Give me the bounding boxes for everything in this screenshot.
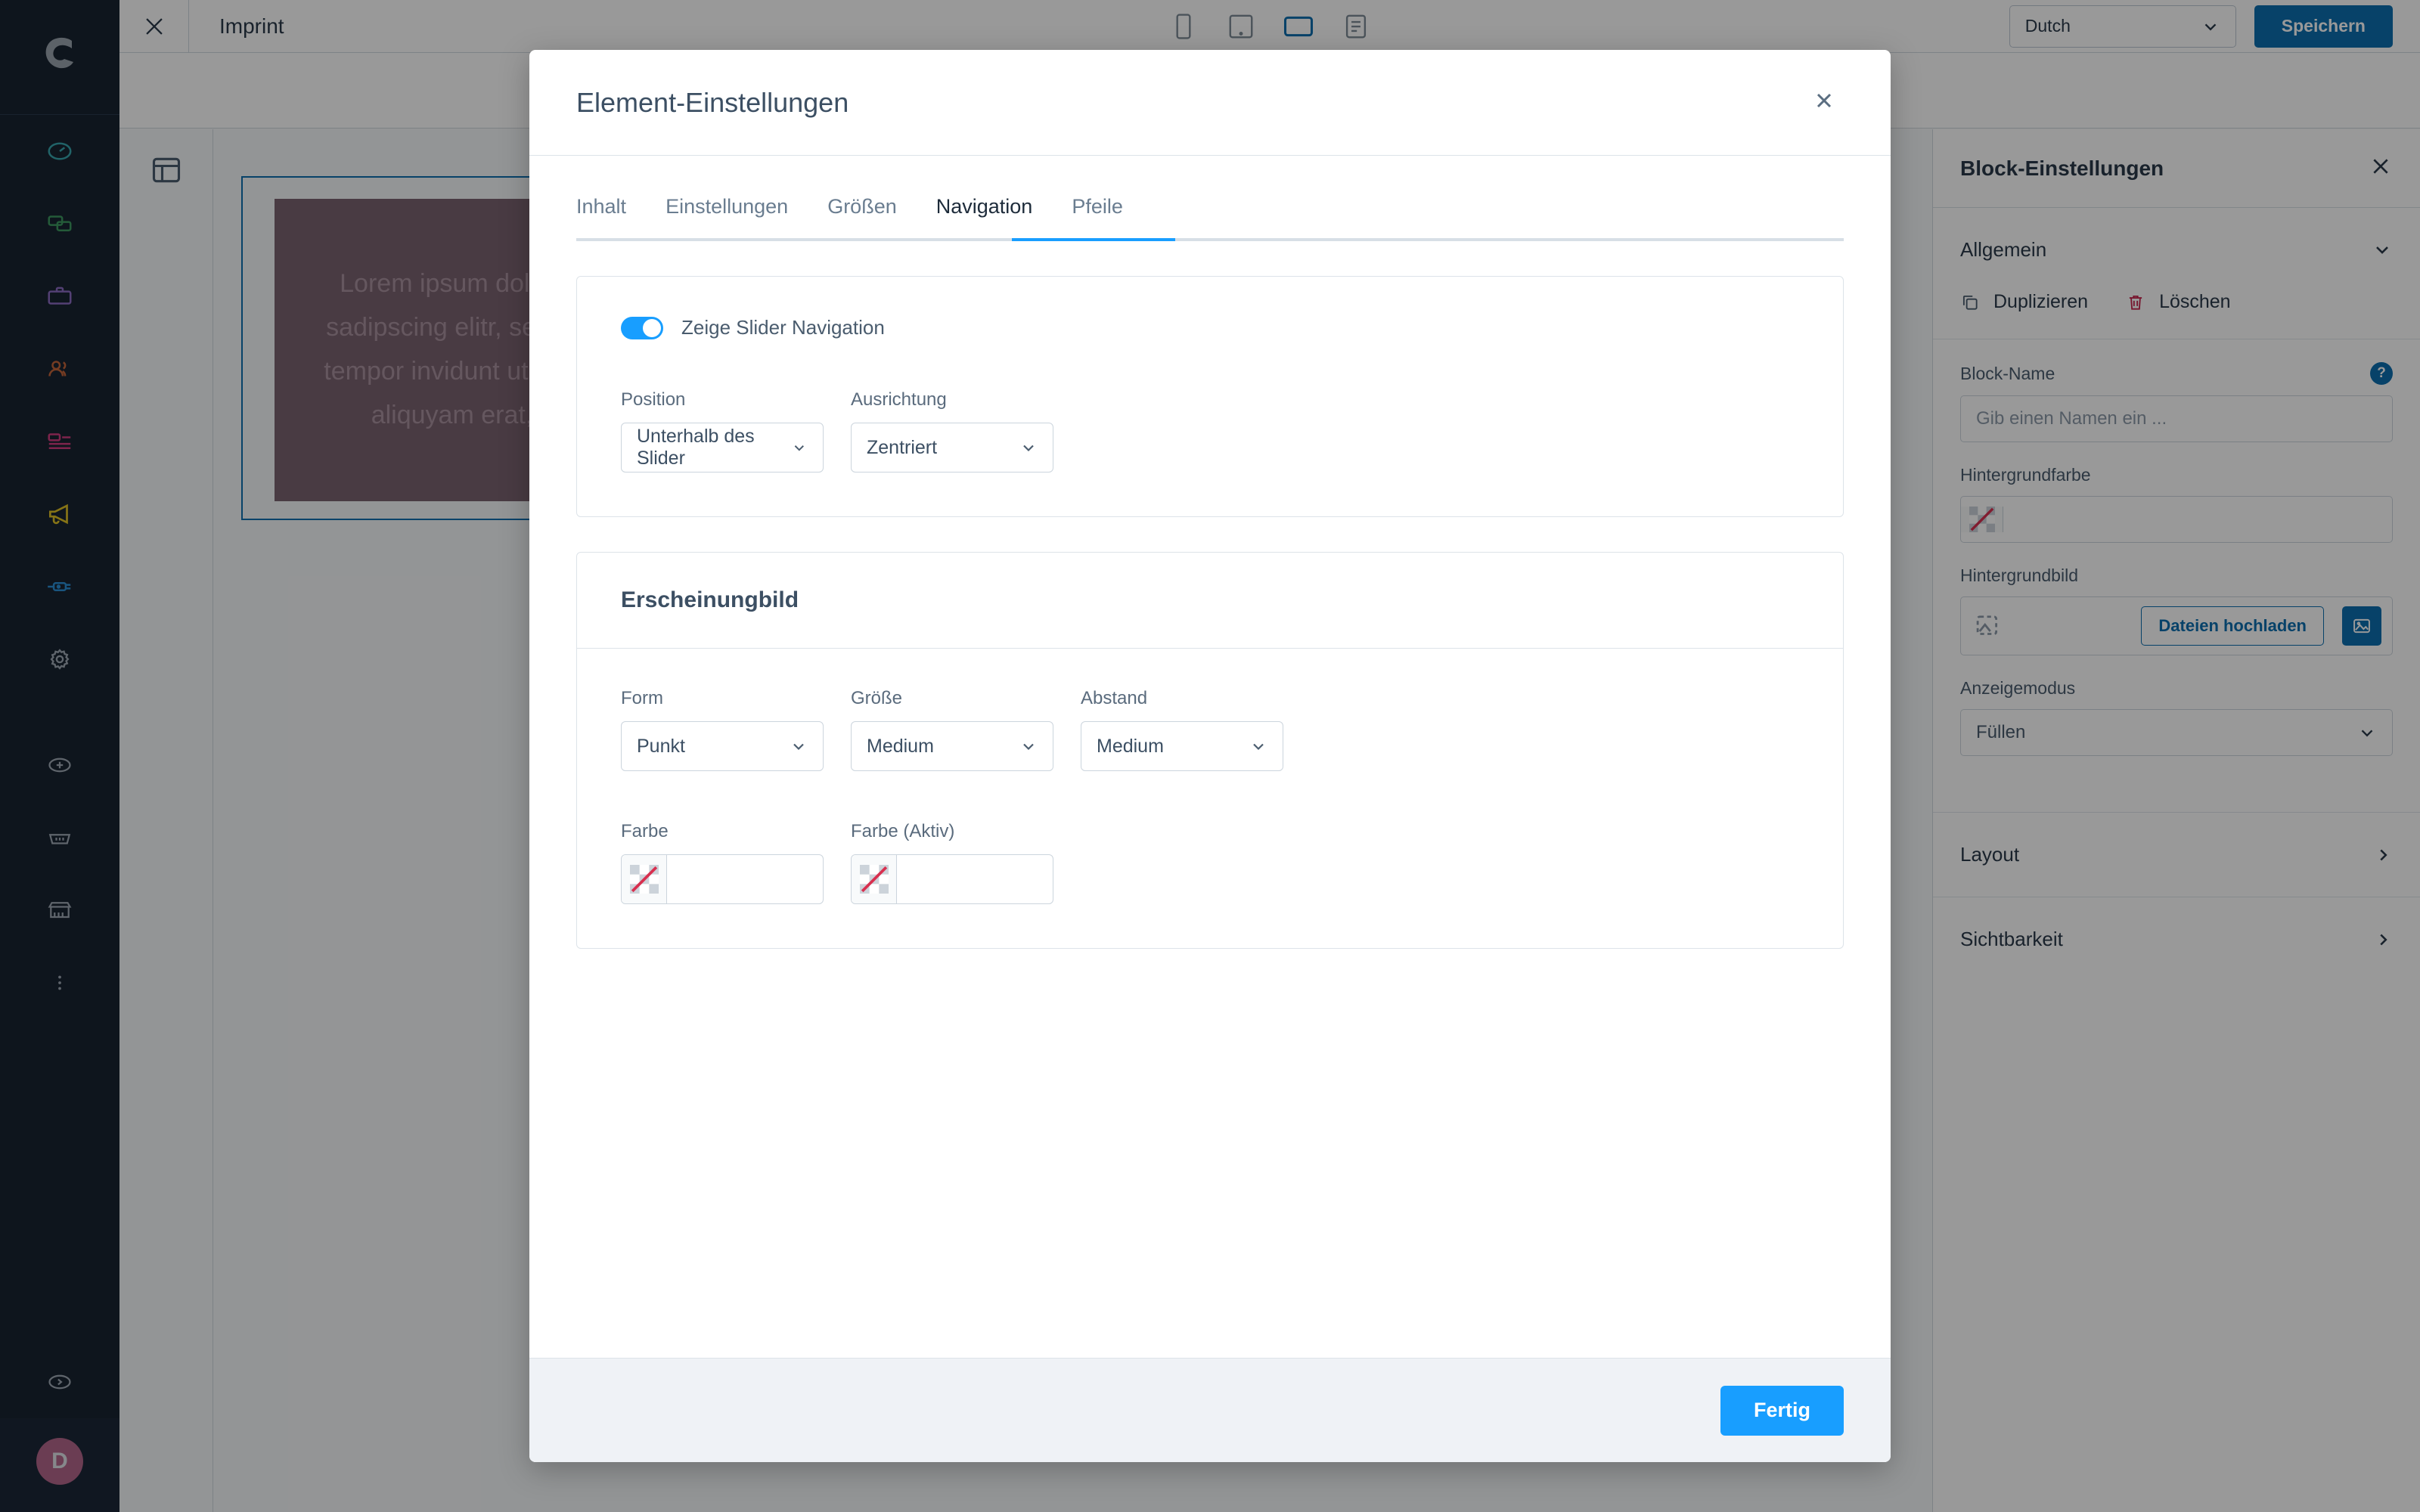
farbe-aktiv-value[interactable] [897,855,1053,903]
show-slider-navigation-label: Zeige Slider Navigation [681,316,885,339]
navigation-fields: Position Unterhalb des Slider Ausrichtun… [621,389,1799,472]
farbe-aktiv-color-picker[interactable] [851,854,1053,904]
abstand-value: Medium [1097,735,1164,757]
tab-groessen[interactable]: Größen [808,195,917,238]
farbe-field: Farbe [621,821,824,904]
chevron-down-icon [795,445,805,451]
transparent-swatch-icon [622,855,667,903]
transparent-swatch-icon [852,855,897,903]
appearance-row-1: Form Punkt Größe Medium Abstand Medium [621,688,1799,771]
groesse-field: Größe Medium [851,688,1053,771]
modal-footer: Fertig [529,1358,1891,1462]
chevron-down-icon [1023,445,1034,452]
appearance-body: Form Punkt Größe Medium Abstand Medium F… [577,649,1843,948]
tabs-underline [576,238,1844,241]
tab-pfeile[interactable]: Pfeile [1052,195,1143,238]
form-select[interactable]: Punkt [621,721,824,771]
groesse-value: Medium [867,735,934,757]
groesse-label: Größe [851,688,903,708]
ausrichtung-value: Zentriert [867,436,938,458]
abstand-select[interactable]: Medium [1081,721,1283,771]
element-settings-modal: Element-Einstellungen Inhalt Einstellung… [529,50,1891,1462]
modal-body: Inhalt Einstellungen Größen Navigation P… [529,156,1891,1358]
appearance-settings-panel: Erscheinungbild Form Punkt Größe Medium [576,552,1844,949]
done-button[interactable]: Fertig [1720,1385,1844,1436]
position-select[interactable]: Unterhalb des Slider [621,423,824,472]
abstand-field: Abstand Medium [1081,688,1283,771]
position-field: Position Unterhalb des Slider [621,389,824,472]
tab-navigation[interactable]: Navigation [917,195,1053,238]
farbe-value[interactable] [667,855,823,903]
ausrichtung-field: Ausrichtung Zentriert [851,389,1053,472]
tab-einstellungen[interactable]: Einstellungen [646,195,808,238]
appearance-row-2: Farbe Farbe (Aktiv) [621,821,1799,904]
show-slider-navigation-toggle[interactable] [621,316,663,339]
form-field: Form Punkt [621,688,824,771]
navigation-settings-panel: Zeige Slider Navigation Position Unterha… [576,276,1844,517]
modal-header: Element-Einstellungen [529,50,1891,156]
chevron-down-icon [1023,743,1034,751]
modal-close-button[interactable] [1804,81,1844,124]
modal-tabs: Inhalt Einstellungen Größen Navigation P… [576,195,1844,238]
position-value: Unterhalb des Slider [637,426,755,469]
modal-tabs-wrap: Inhalt Einstellungen Größen Navigation P… [529,156,1891,241]
tab-active-indicator [1012,238,1175,241]
position-label: Position [621,389,686,410]
farbe-color-picker[interactable] [621,854,824,904]
abstand-label: Abstand [1081,688,1148,708]
modal-title: Element-Einstellungen [576,86,849,118]
ausrichtung-label: Ausrichtung [851,389,947,410]
form-value: Punkt [637,735,685,757]
chevron-down-icon [1253,743,1264,751]
form-label: Form [621,688,663,708]
farbe-label: Farbe [621,821,669,841]
groesse-select[interactable]: Medium [851,721,1053,771]
toggle-knob [643,318,661,337]
tab-inhalt[interactable]: Inhalt [576,195,646,238]
appearance-heading: Erscheinungbild [577,553,1843,649]
show-slider-navigation-row: Zeige Slider Navigation [621,316,1799,339]
farbe-aktiv-field: Farbe (Aktiv) [851,821,1053,904]
navigation-settings-body: Zeige Slider Navigation Position Unterha… [577,277,1843,516]
farbe-aktiv-label: Farbe (Aktiv) [851,821,955,841]
chevron-down-icon [793,743,804,751]
ausrichtung-select[interactable]: Zentriert [851,423,1053,472]
